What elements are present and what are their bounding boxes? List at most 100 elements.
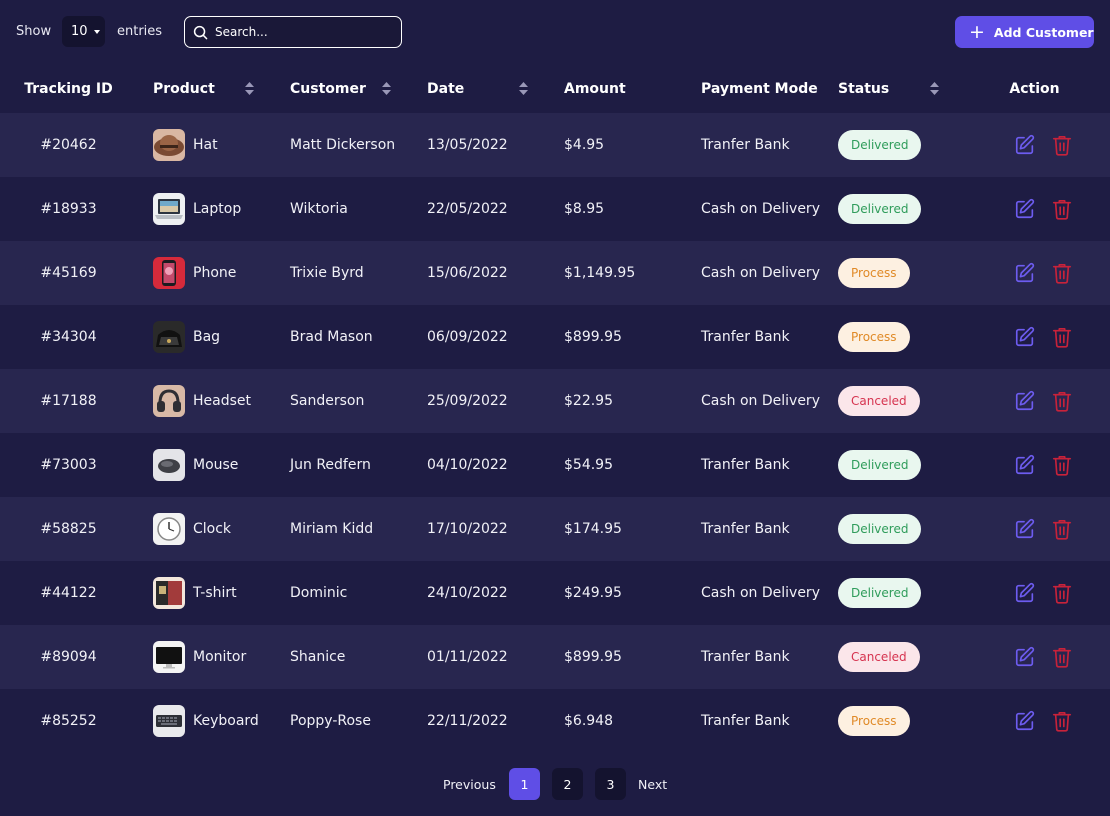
edit-icon[interactable]: [1014, 582, 1036, 604]
delete-icon[interactable]: [1052, 710, 1072, 732]
previous-page-link[interactable]: Previous: [443, 777, 496, 792]
edit-icon[interactable]: [1014, 262, 1036, 284]
action-cell: [959, 497, 1110, 561]
edit-icon[interactable]: [1014, 390, 1036, 412]
amount-cell: $8.95: [564, 201, 605, 217]
sort-icon[interactable]: [930, 82, 939, 95]
date-cell: 01/11/2022: [427, 649, 508, 665]
action-cell: [959, 241, 1110, 305]
date-cell: 22/11/2022: [427, 713, 508, 729]
product-name: Laptop: [193, 201, 242, 217]
product-thumbnail: [153, 385, 185, 417]
delete-icon[interactable]: [1052, 326, 1072, 348]
customer-cell: Matt Dickerson: [290, 137, 396, 153]
delete-icon[interactable]: [1052, 518, 1072, 540]
show-label: Show: [16, 24, 52, 39]
column-header-status[interactable]: Status: [822, 64, 959, 113]
amount-cell: $6.948: [564, 713, 613, 729]
page-button-2[interactable]: 2: [552, 768, 583, 800]
edit-icon[interactable]: [1014, 454, 1036, 476]
table-row: #34304 Bag Brad Mason 06/09/2022 $899.95 Tran…: [0, 305, 1110, 369]
search-box[interactable]: [184, 16, 402, 48]
table-row: #18933 Laptop Wiktoria 22/05/2022 $8.95 Cash …: [0, 177, 1110, 241]
customer-cell: Miriam Kidd: [290, 521, 374, 537]
column-header-tracking-id[interactable]: Tracking ID: [0, 64, 137, 113]
edit-icon[interactable]: [1014, 134, 1036, 156]
status-cell: Delivered: [822, 177, 959, 241]
action-cell: [959, 305, 1110, 369]
status-badge: Process: [838, 258, 910, 288]
table-row: #45169 Phone Trixie Byrd 15/06/2022 $1,149.9…: [0, 241, 1110, 305]
status-cell: Canceled: [822, 369, 959, 433]
action-cell: [959, 433, 1110, 497]
amount-cell: $4.95: [564, 137, 605, 153]
customer-cell: Shanice: [290, 649, 346, 665]
next-page-link[interactable]: Next: [638, 777, 667, 792]
delete-icon[interactable]: [1052, 262, 1072, 284]
customer-cell: Trixie Byrd: [290, 265, 364, 281]
date-cell: 17/10/2022: [427, 521, 508, 537]
sort-icon[interactable]: [519, 82, 528, 95]
edit-icon[interactable]: [1014, 518, 1036, 540]
status-badge: Delivered: [838, 130, 922, 160]
page-button-1[interactable]: 1: [509, 768, 540, 800]
action-cell: [959, 625, 1110, 689]
product-thumbnail: [153, 257, 185, 289]
edit-icon[interactable]: [1014, 198, 1036, 220]
edit-icon[interactable]: [1014, 646, 1036, 668]
column-header-product[interactable]: Product: [137, 64, 274, 113]
tracking-id-cell: #85252: [40, 713, 97, 729]
customer-cell: Dominic: [290, 585, 348, 601]
product-cell: Mouse: [137, 433, 274, 497]
search-input[interactable]: [215, 25, 385, 39]
date-cell: 22/05/2022: [427, 201, 508, 217]
delete-icon[interactable]: [1052, 646, 1072, 668]
edit-icon[interactable]: [1014, 326, 1036, 348]
status-badge: Delivered: [838, 578, 922, 608]
payment-mode-cell: Tranfer Bank: [701, 329, 790, 345]
product-cell: Bag: [137, 305, 274, 369]
status-cell: Delivered: [822, 113, 959, 177]
delete-icon[interactable]: [1052, 454, 1072, 476]
tracking-id-cell: #44122: [40, 585, 97, 601]
column-header-date[interactable]: Date: [411, 64, 548, 113]
pagination: Previous 1 2 3 Next: [0, 768, 1110, 800]
table-header: Tracking ID Product Customer Date Amount…: [0, 64, 1110, 113]
date-cell: 25/09/2022: [427, 393, 508, 409]
payment-mode-cell: Tranfer Bank: [701, 137, 790, 153]
entries-select[interactable]: 10: [62, 16, 105, 47]
status-cell: Process: [822, 305, 959, 369]
column-header-amount[interactable]: Amount: [548, 64, 685, 113]
delete-icon[interactable]: [1052, 198, 1072, 220]
column-header-customer[interactable]: Customer: [274, 64, 411, 113]
customer-cell: Brad Mason: [290, 329, 373, 345]
tracking-id-cell: #17188: [40, 393, 97, 409]
product-name: Clock: [193, 521, 232, 537]
status-cell: Process: [822, 689, 959, 753]
tracking-id-cell: #58825: [40, 521, 97, 537]
delete-icon[interactable]: [1052, 390, 1072, 412]
amount-cell: $1,149.95: [564, 265, 636, 281]
delete-icon[interactable]: [1052, 134, 1072, 156]
delete-icon[interactable]: [1052, 582, 1072, 604]
status-badge: Process: [838, 322, 910, 352]
add-customer-button[interactable]: + Add Customer: [955, 16, 1094, 48]
table-row: #58825 Clock Miriam Kidd 17/10/2022 $174.95 T…: [0, 497, 1110, 561]
product-thumbnail: [153, 129, 185, 161]
status-badge: Delivered: [838, 194, 922, 224]
action-cell: [959, 113, 1110, 177]
product-cell: Keyboard: [137, 689, 274, 753]
column-header-payment-mode[interactable]: Payment Mode: [685, 64, 822, 113]
table-row: #89094 Monitor Shanice 01/11/2022 $899.95 Tra…: [0, 625, 1110, 689]
page-button-3[interactable]: 3: [595, 768, 626, 800]
sort-icon[interactable]: [382, 82, 391, 95]
date-cell: 04/10/2022: [427, 457, 508, 473]
amount-cell: $22.95: [564, 393, 613, 409]
product-name: Mouse: [193, 457, 239, 473]
product-thumbnail: [153, 705, 185, 737]
action-cell: [959, 561, 1110, 625]
customer-cell: Sanderson: [290, 393, 365, 409]
sort-icon[interactable]: [245, 82, 254, 95]
product-cell: Hat: [137, 113, 274, 177]
edit-icon[interactable]: [1014, 710, 1036, 732]
